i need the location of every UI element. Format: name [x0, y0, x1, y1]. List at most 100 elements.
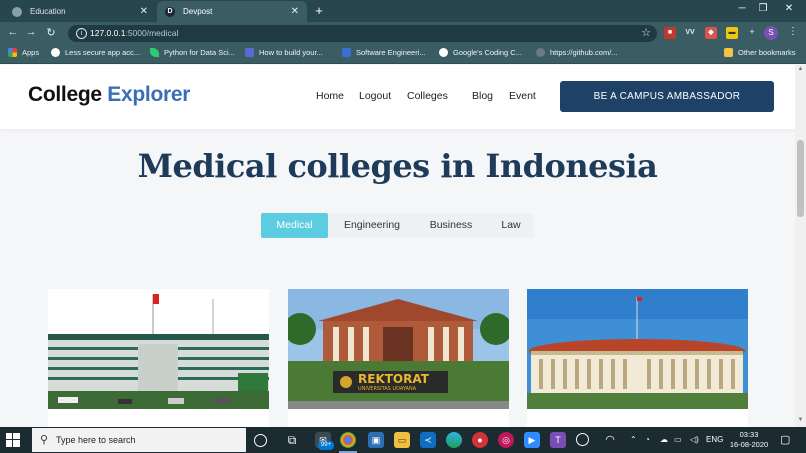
browser-tabstrip: Education ✕ D Devpost ✕ + ─ ❐ ✕ — [0, 0, 806, 22]
bookmark-label: Less secure app acc... — [65, 48, 141, 57]
page-title: Medical colleges in Indonesia — [137, 147, 658, 185]
leaf-icon — [150, 48, 159, 57]
file-explorer-icon[interactable]: ▭ — [394, 432, 410, 448]
forward-icon[interactable]: → — [24, 26, 38, 38]
tab-title: Education — [30, 7, 66, 16]
back-icon[interactable]: ← — [6, 26, 20, 38]
bookmark-label: Apps — [22, 48, 40, 57]
google-icon — [439, 48, 448, 57]
close-icon[interactable]: ✕ — [140, 6, 148, 17]
new-tab-button[interactable]: + — [311, 3, 327, 19]
devpost-icon: D — [165, 6, 175, 17]
nav-blog[interactable]: Blog — [472, 90, 493, 102]
bookmark-python[interactable]: Python for Data Sci... — [150, 48, 235, 57]
bookmark-other[interactable]: Other bookmarks — [724, 48, 796, 57]
bookmark-label: How to build your... — [259, 48, 323, 57]
bookmark-less-secure[interactable]: Less secure app acc... — [51, 48, 140, 57]
close-icon[interactable]: ✕ — [291, 6, 299, 17]
extension-puzzle-icon[interactable]: ✦ — [746, 27, 758, 39]
scrollbar-thumb[interactable] — [797, 140, 804, 217]
site-logo[interactable]: College Explorer — [28, 83, 190, 107]
extension-ninja-icon[interactable]: ◆ — [705, 27, 717, 39]
zoom-icon[interactable]: ▶ — [524, 432, 540, 448]
site-header: College Explorer Home Logout Colleges Bl… — [0, 65, 795, 129]
college-card[interactable]: REKTORAT UNIVERSITAS UDAYANA — [284, 289, 512, 427]
minimize-icon[interactable]: ─ — [735, 3, 749, 14]
action-center-icon[interactable]: ▢ — [780, 433, 790, 446]
teams-icon[interactable]: T — [550, 432, 566, 448]
bookmark-github[interactable]: https://github.com/... — [536, 48, 618, 57]
site-icon — [245, 48, 254, 57]
browser-toolbar: ← → ↻ i 127.0.0.1:5000/medical ☆ ■ VV ◆ … — [0, 22, 806, 44]
url-path: :5000/medical — [125, 28, 179, 38]
tab-title: Devpost — [183, 7, 213, 16]
window-close-icon[interactable]: ✕ — [782, 3, 796, 14]
scroll-up-icon[interactable]: ▲ — [797, 66, 804, 72]
bookmark-google-coding[interactable]: Google's Coding C... — [439, 48, 522, 57]
filter-engineering[interactable]: Engineering — [333, 213, 411, 238]
filter-business[interactable]: Business — [418, 213, 484, 238]
nav-logout[interactable]: Logout — [359, 90, 391, 102]
url-text[interactable]: 127.0.0.1:5000/medical — [90, 28, 178, 38]
bookmark-apps[interactable]: Apps — [8, 48, 39, 57]
bookmark-star-icon[interactable]: ☆ — [641, 26, 651, 39]
clock-time: 03:33 — [739, 430, 759, 439]
apps-grid-icon — [8, 48, 17, 57]
store-icon[interactable]: ▣ — [368, 432, 384, 448]
bookmark-label: Other bookmarks — [738, 48, 796, 57]
google-icon — [51, 48, 60, 57]
campus-ambassador-button[interactable]: BE A CAMPUS AMBASSADOR — [560, 81, 774, 112]
rektorat-subtext: UNIVERSITAS UDAYANA — [358, 386, 417, 392]
info-icon[interactable]: i — [76, 28, 87, 39]
college-card[interactable] — [527, 289, 748, 427]
search-icon: ⚲ — [40, 434, 49, 446]
extension-yellow-icon[interactable]: ▬ — [726, 27, 738, 39]
menu-kebab-icon[interactable]: ⋮ — [788, 26, 798, 37]
rektorat-building-photo: REKTORAT UNIVERSITAS UDAYANA — [284, 289, 512, 409]
task-view-icon[interactable]: ⧉ — [284, 432, 300, 448]
globe-icon — [12, 6, 22, 17]
chrome-icon[interactable] — [340, 432, 356, 448]
tab-devpost[interactable]: D Devpost ✕ — [157, 1, 307, 22]
taskbar-search[interactable]: ⚲ Type here to search — [32, 428, 246, 452]
language-indicator[interactable]: ENG — [706, 435, 723, 444]
cloud-icon[interactable]: ☁ — [660, 435, 668, 444]
page-scrollbar[interactable]: ▲ ▼ — [795, 65, 806, 427]
scroll-down-icon[interactable]: ▼ — [797, 417, 804, 423]
timer-icon[interactable] — [576, 433, 589, 446]
nav-event[interactable]: Event — [509, 90, 536, 102]
profile-avatar[interactable]: S — [764, 26, 778, 40]
filter-medical[interactable]: Medical — [261, 213, 328, 238]
category-filter-tabs: Medical Engineering Business Law — [261, 213, 534, 238]
windows-start-icon[interactable] — [6, 433, 20, 447]
nav-home[interactable]: Home — [316, 90, 344, 102]
folder-icon — [724, 48, 733, 57]
app-icon[interactable]: ◎ — [498, 432, 514, 448]
bookmarks-bar: Apps Less secure app acc... Python for D… — [0, 44, 806, 64]
cortana-icon[interactable] — [254, 434, 267, 447]
vscode-icon[interactable]: ≺ — [420, 432, 436, 448]
chat-app-icon[interactable]: ● — [472, 432, 488, 448]
bookmark-how-to-build[interactable]: How to build your... — [245, 48, 323, 57]
filter-law[interactable]: Law — [490, 213, 532, 238]
address-bar[interactable]: i 127.0.0.1:5000/medical ☆ — [68, 25, 657, 42]
url-host: 127.0.0.1 — [90, 28, 126, 38]
extension-vv-icon[interactable]: VV — [684, 27, 696, 39]
network-icon[interactable]: ◔ — [645, 435, 650, 444]
bookmark-software-eng[interactable]: Software Engineeri... — [342, 48, 426, 57]
restore-icon[interactable]: ❐ — [756, 3, 770, 14]
battery-icon[interactable]: ▭ — [674, 435, 682, 444]
nav-colleges[interactable]: Colleges — [407, 90, 448, 102]
bookmark-label: Google's Coding C... — [453, 48, 522, 57]
tab-education[interactable]: Education ✕ — [4, 1, 156, 22]
taskbar-clock[interactable]: 03:33 16-08-2020 — [727, 430, 771, 450]
app-wave-icon[interactable]: ◠ — [602, 432, 618, 448]
reload-icon[interactable]: ↻ — [44, 26, 58, 39]
bookmark-label: Python for Data Sci... — [164, 48, 235, 57]
bookmark-label: Software Engineeri... — [356, 48, 426, 57]
extension-red-icon[interactable]: ■ — [664, 27, 676, 39]
edge-icon[interactable] — [446, 432, 462, 448]
chevron-up-icon[interactable]: ⌃ — [630, 435, 637, 444]
college-card[interactable] — [48, 289, 269, 427]
volume-icon[interactable]: ◁) — [690, 435, 699, 444]
